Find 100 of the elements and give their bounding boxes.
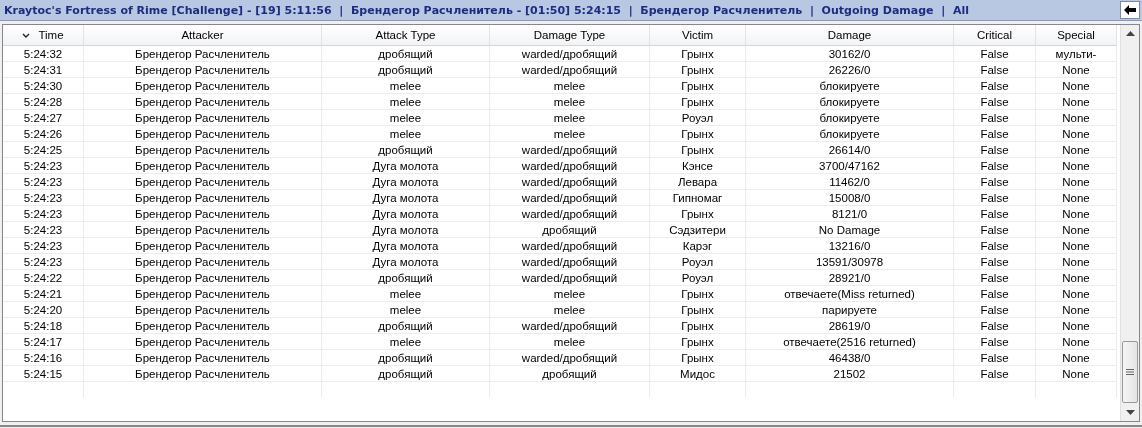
table-cell: Дуга молота: [322, 174, 490, 190]
table-cell: None: [1036, 366, 1117, 382]
table-cell: warded/дробящий: [490, 190, 650, 206]
table-cell: 5:24:31: [3, 62, 84, 78]
table-cell: None: [1036, 334, 1117, 350]
table-cell: 5:24:32: [3, 46, 84, 62]
table-cell: блокируете: [746, 78, 954, 94]
table-cell: warded/дробящий: [490, 62, 650, 78]
scrollbar[interactable]: [1120, 25, 1139, 421]
table-cell: False: [954, 46, 1036, 62]
table-cell: 15008/0: [746, 190, 954, 206]
table-cell: Брендегор Расчленитель: [84, 62, 322, 78]
table-cell: Дуга молота: [322, 238, 490, 254]
table-cell: блокируете: [746, 110, 954, 126]
table-cell: None: [1036, 350, 1117, 366]
table-cell: блокируете: [746, 126, 954, 142]
table-cell: Брендегор Расчленитель: [84, 78, 322, 94]
table-cell: Брендегор Расчленитель: [84, 142, 322, 158]
table-cell: дробящий: [322, 270, 490, 286]
table-cell: melee: [322, 110, 490, 126]
column-header[interactable]: Victim: [650, 25, 746, 46]
table-cell: Брендегор Расчленитель: [84, 254, 322, 270]
scroll-down-icon[interactable]: [1125, 409, 1135, 415]
table-cell: warded/дробящий: [490, 142, 650, 158]
table-cell: warded/дробящий: [490, 174, 650, 190]
table-cell: Сэдзитери: [650, 222, 746, 238]
window-title: Kraytoc's Fortress of Rime [Challenge] - [19] 5:11:56 | Брендегор Расчленитель - [01:50] 5:24:15 | Брендегор Расчленитель | Outgoing Damage | All: [4, 3, 969, 17]
table-cell: 5:24:23: [3, 174, 84, 190]
table-cell: Брендегор Расчленитель: [84, 334, 322, 350]
table-cell: None: [1036, 286, 1117, 302]
table-cell: False: [954, 222, 1036, 238]
table-cell: melee: [490, 78, 650, 94]
table-cell: мульти-: [1036, 46, 1117, 62]
table-cell: False: [954, 334, 1036, 350]
table-cell: None: [1036, 174, 1117, 190]
table-cell: False: [954, 142, 1036, 158]
table-cell: None: [1036, 238, 1117, 254]
table-cell: Брендегор Расчленитель: [84, 46, 322, 62]
table-cell: 5:24:25: [3, 142, 84, 158]
back-button[interactable]: [1120, 1, 1140, 19]
table-cell: 21502: [746, 366, 954, 382]
table-cell: melee: [490, 286, 650, 302]
column-header[interactable]: Special: [1036, 25, 1117, 46]
table-cell: Карэг: [650, 238, 746, 254]
table-cell: melee: [322, 302, 490, 318]
column-header[interactable]: Damage: [746, 25, 954, 46]
table-cell: 46438/0: [746, 350, 954, 366]
table-cell: 5:24:16: [3, 350, 84, 366]
table-cell: Мидос: [650, 366, 746, 382]
table-cell: 13216/0: [746, 238, 954, 254]
table-cell: False: [954, 366, 1036, 382]
table-cell: Грынх: [650, 46, 746, 62]
table-cell: Грынх: [650, 78, 746, 94]
scroll-thumb[interactable]: [1122, 341, 1138, 403]
table-cell: Брендегор Расчленитель: [84, 270, 322, 286]
table-cell: Брендегор Расчленитель: [84, 302, 322, 318]
table-cell: дробящий: [322, 318, 490, 334]
table-cell: Грынх: [650, 318, 746, 334]
table-cell: 3700/47162: [746, 158, 954, 174]
table-cell: 11462/0: [746, 174, 954, 190]
table-cell: Гипномаг: [650, 190, 746, 206]
column-header[interactable]: Time: [3, 25, 84, 46]
table-cell: warded/дробящий: [490, 158, 650, 174]
column-header[interactable]: Damage Type: [490, 25, 650, 46]
scroll-up-icon[interactable]: [1125, 31, 1135, 37]
table-cell: 5:24:27: [3, 110, 84, 126]
table-cell: False: [954, 94, 1036, 110]
column-header[interactable]: Critical: [954, 25, 1036, 46]
table-cell: блокируете: [746, 94, 954, 110]
table-cell: False: [954, 350, 1036, 366]
table-cell: 13591/30978: [746, 254, 954, 270]
table-cell: None: [1036, 110, 1117, 126]
column-header[interactable]: Attack Type: [322, 25, 490, 46]
table-cell: Дуга молота: [322, 222, 490, 238]
table-cell: Грынх: [650, 334, 746, 350]
table-cell: Брендегор Расчленитель: [84, 174, 322, 190]
table-cell: 30162/0: [746, 46, 954, 62]
table-cell: Дуга молота: [322, 254, 490, 270]
table-cell: дробящий: [490, 366, 650, 382]
table-cell: Брендегор Расчленитель: [84, 110, 322, 126]
table-cell: 28619/0: [746, 318, 954, 334]
table-cell: 5:24:17: [3, 334, 84, 350]
table-cell: False: [954, 206, 1036, 222]
sort-caret-icon: [22, 32, 31, 38]
table-cell: 5:24:23: [3, 206, 84, 222]
table-cell: Грынх: [650, 302, 746, 318]
table-cell: False: [954, 318, 1036, 334]
table-cell: Брендегор Расчленитель: [84, 126, 322, 142]
table-cell: warded/дробящий: [490, 270, 650, 286]
column-header[interactable]: Attacker: [84, 25, 322, 46]
table-cell: None: [1036, 222, 1117, 238]
table-cell: Кэнсе: [650, 158, 746, 174]
table-cell: melee: [490, 94, 650, 110]
table-cell: False: [954, 126, 1036, 142]
table-cell: False: [954, 174, 1036, 190]
table-cell: False: [954, 190, 1036, 206]
table-cell: парируете: [746, 302, 954, 318]
table-cell: Грынх: [650, 126, 746, 142]
table-cell: melee: [490, 302, 650, 318]
table-cell: дробящий: [322, 62, 490, 78]
